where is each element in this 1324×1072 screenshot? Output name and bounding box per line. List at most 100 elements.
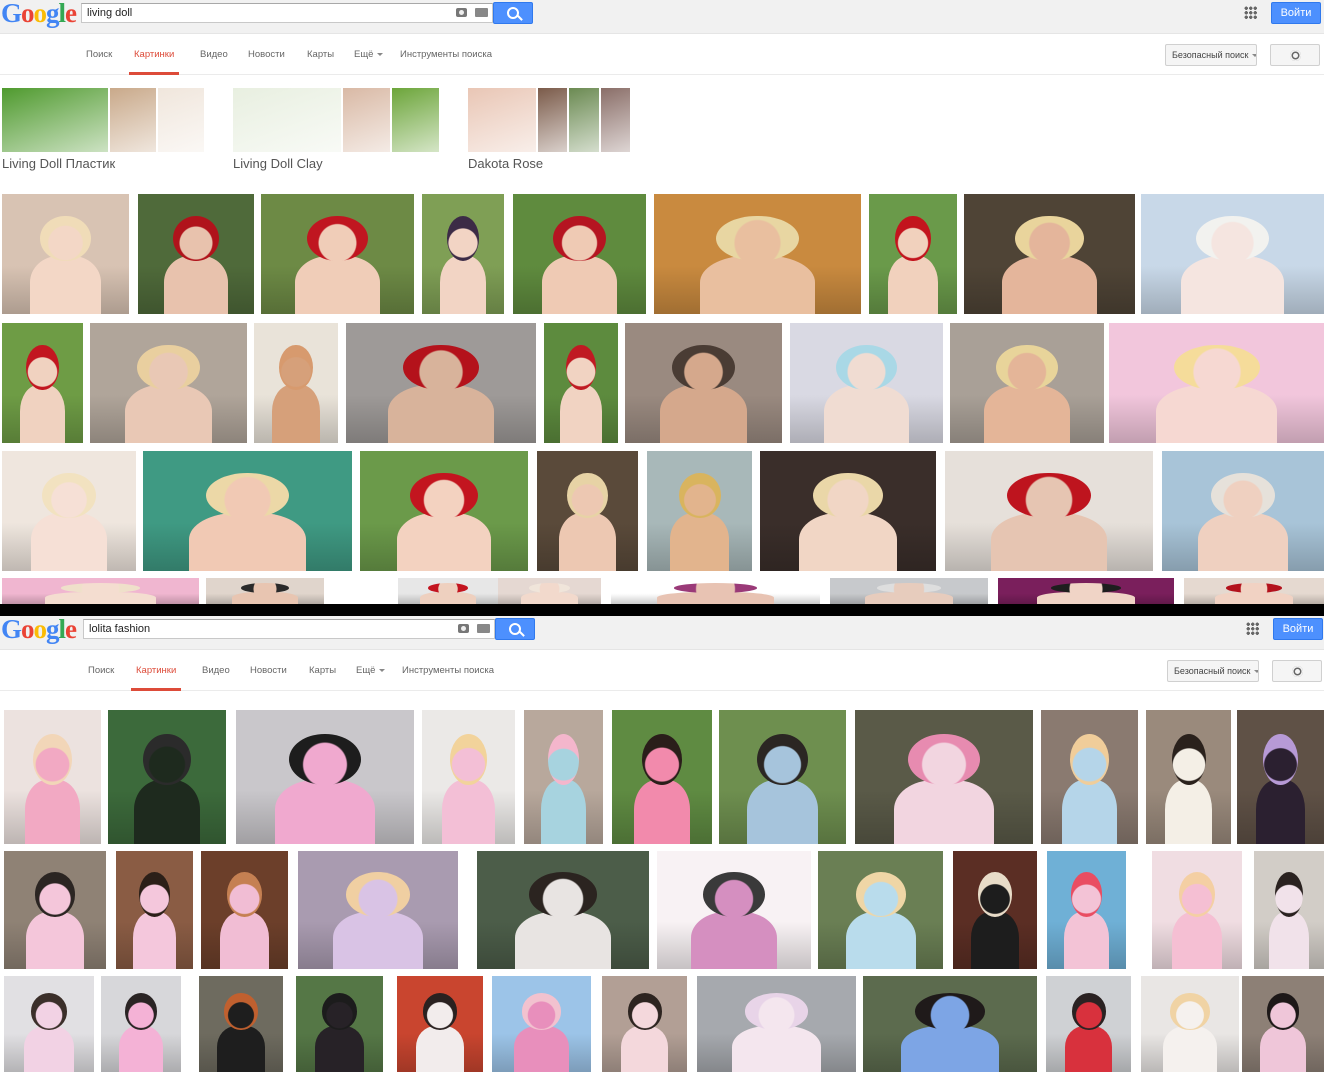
- image-result-thumbnail[interactable]: [298, 851, 458, 969]
- search-button[interactable]: [495, 618, 535, 640]
- keyboard-icon[interactable]: [475, 8, 488, 17]
- image-result-thumbnail[interactable]: [2, 194, 129, 314]
- image-result-thumbnail[interactable]: [863, 976, 1037, 1072]
- tab-maps[interactable]: Карты: [309, 651, 336, 691]
- search-input[interactable]: living doll: [81, 3, 493, 23]
- image-result-thumbnail[interactable]: [1162, 451, 1324, 571]
- image-result-thumbnail[interactable]: [950, 323, 1104, 443]
- image-result-thumbnail[interactable]: [492, 976, 591, 1072]
- image-result-thumbnail[interactable]: [422, 710, 515, 844]
- safe-search-dropdown[interactable]: Безопасный поиск: [1167, 660, 1259, 682]
- image-result-thumbnail[interactable]: [953, 851, 1037, 969]
- image-result-thumbnail[interactable]: [654, 194, 861, 314]
- image-result-thumbnail[interactable]: [2, 451, 136, 571]
- camera-icon[interactable]: [456, 8, 467, 17]
- image-result-thumbnail[interactable]: [1184, 578, 1324, 604]
- image-result-thumbnail[interactable]: [201, 851, 288, 969]
- image-result-thumbnail[interactable]: [869, 194, 957, 314]
- image-result-thumbnail[interactable]: [108, 710, 226, 844]
- image-result-thumbnail[interactable]: [346, 323, 536, 443]
- image-result-thumbnail[interactable]: [199, 976, 283, 1072]
- image-result-thumbnail[interactable]: [422, 194, 504, 314]
- sign-in-button[interactable]: Войти: [1273, 618, 1323, 640]
- image-result-thumbnail[interactable]: [1237, 710, 1324, 844]
- image-result-thumbnail[interactable]: [296, 976, 383, 1072]
- image-result-thumbnail[interactable]: [513, 194, 646, 314]
- tab-video[interactable]: Видео: [202, 651, 230, 691]
- image-result-thumbnail[interactable]: [1146, 710, 1231, 844]
- image-result-thumbnail[interactable]: [477, 851, 649, 969]
- image-result-thumbnail[interactable]: [1141, 194, 1324, 314]
- image-result-thumbnail[interactable]: [2, 578, 199, 604]
- tab-video[interactable]: Видео: [200, 35, 228, 75]
- image-result-thumbnail[interactable]: [611, 578, 820, 604]
- image-result-thumbnail[interactable]: [1152, 851, 1242, 969]
- image-result-thumbnail[interactable]: [397, 976, 483, 1072]
- image-result-thumbnail[interactable]: [830, 578, 988, 604]
- image-result-thumbnail[interactable]: [647, 451, 752, 571]
- image-result-thumbnail[interactable]: [236, 710, 414, 844]
- image-result-thumbnail[interactable]: [818, 851, 943, 969]
- image-result-thumbnail[interactable]: [625, 323, 782, 443]
- image-result-thumbnail[interactable]: [101, 976, 181, 1072]
- image-result-thumbnail[interactable]: [1242, 976, 1324, 1072]
- image-result-thumbnail[interactable]: [1254, 851, 1324, 969]
- google-logo[interactable]: Google: [1, 616, 77, 646]
- image-result-thumbnail[interactable]: [657, 851, 811, 969]
- image-result-thumbnail[interactable]: [2, 323, 83, 443]
- tab-search[interactable]: Поиск: [86, 35, 112, 75]
- image-result-thumbnail[interactable]: [4, 851, 106, 969]
- image-result-thumbnail[interactable]: [760, 451, 936, 571]
- apps-grid-icon[interactable]: [1244, 6, 1257, 19]
- image-result-thumbnail[interactable]: [254, 323, 338, 443]
- image-result-thumbnail[interactable]: [398, 578, 498, 604]
- tab-images[interactable]: Картинки: [130, 651, 182, 691]
- image-result-thumbnail[interactable]: [1141, 976, 1239, 1072]
- image-result-thumbnail[interactable]: [524, 710, 603, 844]
- image-result-thumbnail[interactable]: [138, 194, 254, 314]
- image-result-thumbnail[interactable]: [544, 323, 618, 443]
- apps-grid-icon[interactable]: [1246, 622, 1259, 635]
- image-result-thumbnail[interactable]: [360, 451, 528, 571]
- image-result-thumbnail[interactable]: [90, 323, 247, 443]
- tab-search-tools[interactable]: Инструменты поиска: [402, 651, 494, 691]
- tab-search[interactable]: Поиск: [88, 651, 114, 691]
- search-input[interactable]: lolita fashion: [83, 619, 495, 639]
- image-result-thumbnail[interactable]: [261, 194, 414, 314]
- google-logo[interactable]: Google: [1, 0, 77, 30]
- image-result-thumbnail[interactable]: [602, 976, 687, 1072]
- tab-images[interactable]: Картинки: [128, 35, 180, 75]
- image-result-thumbnail[interactable]: [1046, 976, 1131, 1072]
- image-result-thumbnail[interactable]: [612, 710, 712, 844]
- tab-more[interactable]: Ещё: [354, 35, 384, 75]
- image-result-thumbnail[interactable]: [998, 578, 1174, 604]
- image-result-thumbnail[interactable]: [719, 710, 846, 844]
- image-result-thumbnail[interactable]: [498, 578, 601, 604]
- image-result-thumbnail[interactable]: [206, 578, 324, 604]
- tab-search-tools[interactable]: Инструменты поиска: [400, 35, 492, 75]
- image-result-thumbnail[interactable]: [1047, 851, 1126, 969]
- tab-maps[interactable]: Карты: [307, 35, 334, 75]
- image-result-thumbnail[interactable]: [855, 710, 1033, 844]
- settings-button[interactable]: [1272, 660, 1322, 682]
- image-result-thumbnail[interactable]: [945, 451, 1153, 571]
- keyboard-icon[interactable]: [477, 624, 490, 633]
- image-result-thumbnail[interactable]: [1041, 710, 1138, 844]
- image-result-thumbnail[interactable]: [697, 976, 856, 1072]
- tab-more[interactable]: Ещё: [356, 651, 386, 691]
- image-result-thumbnail[interactable]: [537, 451, 638, 571]
- search-button[interactable]: [493, 2, 533, 24]
- image-result-thumbnail[interactable]: [143, 451, 352, 571]
- sign-in-button[interactable]: Войти: [1271, 2, 1321, 24]
- image-result-thumbnail[interactable]: [1109, 323, 1324, 443]
- image-result-thumbnail[interactable]: [4, 976, 94, 1072]
- tab-news[interactable]: Новости: [250, 651, 287, 691]
- image-result-thumbnail[interactable]: [964, 194, 1135, 314]
- image-result-thumbnail[interactable]: [4, 710, 101, 844]
- settings-button[interactable]: [1270, 44, 1320, 66]
- tab-news[interactable]: Новости: [248, 35, 285, 75]
- safe-search-dropdown[interactable]: Безопасный поиск: [1165, 44, 1257, 66]
- image-result-thumbnail[interactable]: [790, 323, 943, 443]
- camera-icon[interactable]: [458, 624, 469, 633]
- image-result-thumbnail[interactable]: [116, 851, 193, 969]
